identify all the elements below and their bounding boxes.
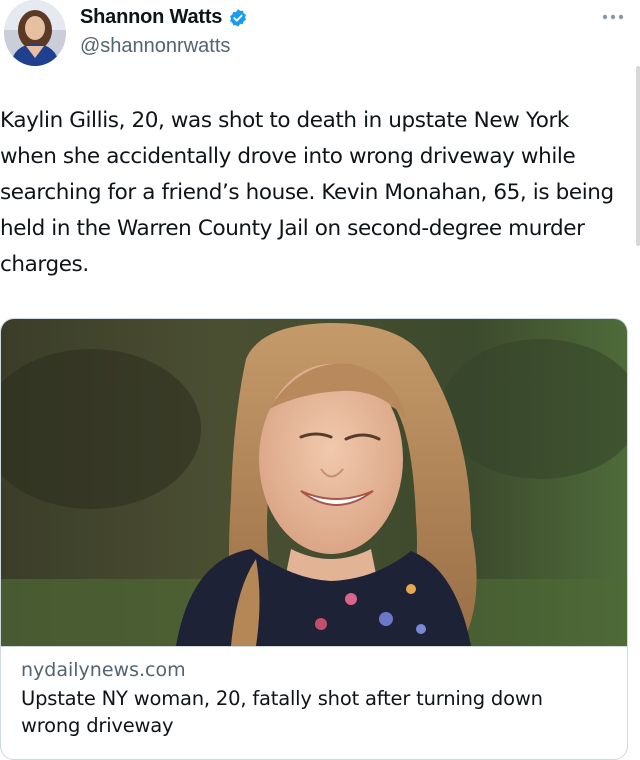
avatar-icon [4, 0, 66, 66]
article-photo [1, 319, 627, 646]
author-name-row: Shannon Watts [80, 6, 248, 29]
tweet-text: Kaylin Gillis, 20, was shot to death in … [0, 108, 614, 277]
link-card-meta: nydailynews.com Upstate NY woman, 20, fa… [1, 646, 627, 759]
avatar[interactable] [4, 0, 66, 66]
more-icon[interactable] [600, 10, 626, 24]
link-card-domain: nydailynews.com [21, 659, 186, 681]
link-card-image [1, 319, 627, 646]
display-name[interactable]: Shannon Watts [80, 6, 222, 29]
scrollbar[interactable] [636, 66, 640, 246]
author-handle[interactable]: @shannonrwatts [80, 35, 230, 58]
link-card-title[interactable]: Upstate NY woman, 20, fatally shot after… [21, 685, 601, 739]
link-card[interactable]: nydailynews.com Upstate NY woman, 20, fa… [0, 318, 628, 760]
tweet-header: Shannon Watts @shannonrwatts [0, 0, 640, 80]
verified-badge-icon [230, 8, 247, 27]
